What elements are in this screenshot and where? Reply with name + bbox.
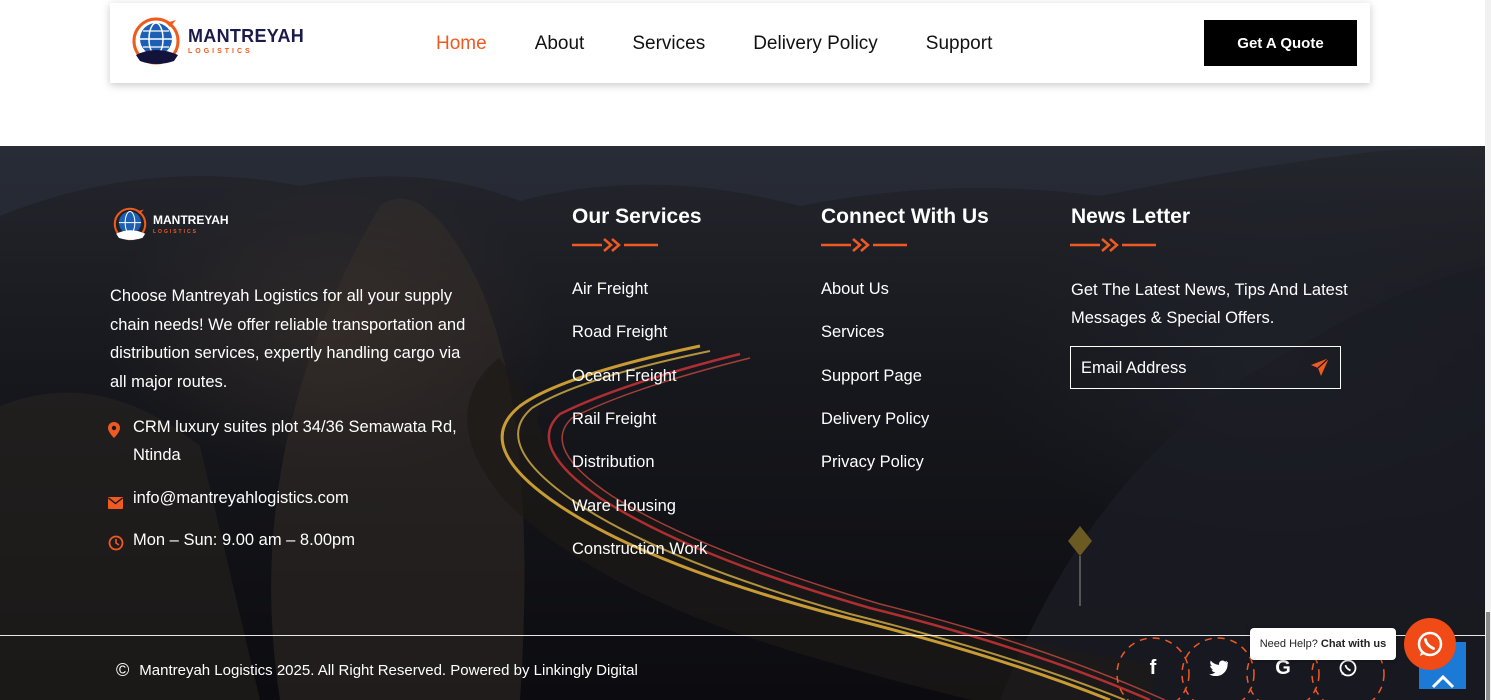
service-link-construction-work[interactable]: Construction Work [572,540,707,559]
email-text[interactable]: info@mantreyahlogistics.com [133,484,349,518]
connect-link-support-page[interactable]: Support Page [821,367,922,386]
chat-with-us-label: Chat with us [1320,638,1387,650]
newsletter-email-input[interactable] [1081,356,1291,380]
main-nav: Home About Services Delivery Policy Supp… [436,33,1040,55]
envelope-icon [108,497,123,509]
nav-delivery-policy[interactable]: Delivery Policy [753,33,878,55]
connect-heading: Connect With Us [821,205,989,228]
connect-link-privacy-policy[interactable]: Privacy Policy [821,453,924,472]
contact-address: CRM luxury suites plot 34/36 Semawata Rd… [108,413,463,469]
services-heading: Our Services [572,205,702,228]
copyright-text: Mantreyah Logistics 2025. All Right Rese… [139,662,638,679]
site-footer: MANTREYAH LOGISTICS Choose Mantreyah Log… [0,146,1485,700]
chat-help-label: Need Help? [1259,638,1318,650]
twitter-icon [1209,660,1228,676]
nav-support[interactable]: Support [926,33,993,55]
map-marker-icon [108,422,120,438]
service-link-air-freight[interactable]: Air Freight [572,280,648,299]
globe-logo-icon [132,17,180,65]
whatsapp-icon [1417,631,1443,657]
hours-text: Mon – Sun: 9.00 am – 8.00pm [133,531,355,549]
clock-icon [108,535,124,551]
logo-title: MANTREYAH [188,26,305,46]
logo-subtitle: LOGISTICS [188,48,253,55]
scrollbar-thumb[interactable] [1486,612,1490,700]
newsletter-text: Get The Latest News, Tips And Latest Mes… [1071,281,1348,327]
service-link-ocean-freight[interactable]: Ocean Freight [572,367,677,386]
heading-arrow-divider-icon [572,238,658,252]
get-a-quote-button[interactable]: Get A Quote [1204,20,1357,66]
nav-services[interactable]: Services [632,33,705,55]
facebook-icon: f [1149,656,1157,679]
whatsapp-chat-button[interactable] [1404,618,1456,670]
connect-link-about-us[interactable]: About Us [821,280,889,299]
newsletter-heading: News Letter [1071,205,1191,228]
page-scrollbar[interactable] [1485,0,1491,700]
header-logo[interactable]: MANTREYAH LOGISTICS [130,15,304,67]
nav-about[interactable]: About [535,33,585,55]
globe-logo-icon [113,207,147,241]
footer-logo[interactable]: MANTREYAH LOGISTICS [112,206,229,242]
contact-email[interactable]: info@mantreyahlogistics.com [108,484,349,518]
footer-logo-subtitle: LOGISTICS [153,229,198,235]
connect-link-delivery-policy[interactable]: Delivery Policy [821,410,929,429]
nav-home[interactable]: Home [436,33,487,55]
newsletter-form [1070,346,1341,389]
service-link-road-freight[interactable]: Road Freight [572,323,667,342]
service-link-ware-housing[interactable]: Ware Housing [572,497,676,516]
connect-link-services[interactable]: Services [821,323,884,342]
send-icon[interactable] [1310,357,1330,377]
footer-about-text: Choose Mantreyah Logistics for all your … [110,287,466,391]
site-header: MANTREYAH LOGISTICS Home About Services … [110,3,1370,83]
chat-help-bubble[interactable]: Need Help? Chat with us [1250,628,1396,660]
contact-hours: Mon – Sun: 9.00 am – 8.00pm [108,526,355,560]
copyright-symbol: © [116,660,130,680]
chevron-up-icon [1431,674,1454,689]
whatsapp-icon [1339,659,1357,677]
service-link-rail-freight[interactable]: Rail Freight [572,410,656,429]
copyright: © Mantreyah Logistics 2025. All Right Re… [116,660,638,681]
address-text: CRM luxury suites plot 34/36 Semawata Rd… [133,418,457,464]
heading-arrow-divider-icon [821,238,907,252]
footer-logo-title: MANTREYAH [153,213,229,227]
service-link-distribution[interactable]: Distribution [572,453,655,472]
heading-arrow-divider-icon [1070,238,1156,252]
